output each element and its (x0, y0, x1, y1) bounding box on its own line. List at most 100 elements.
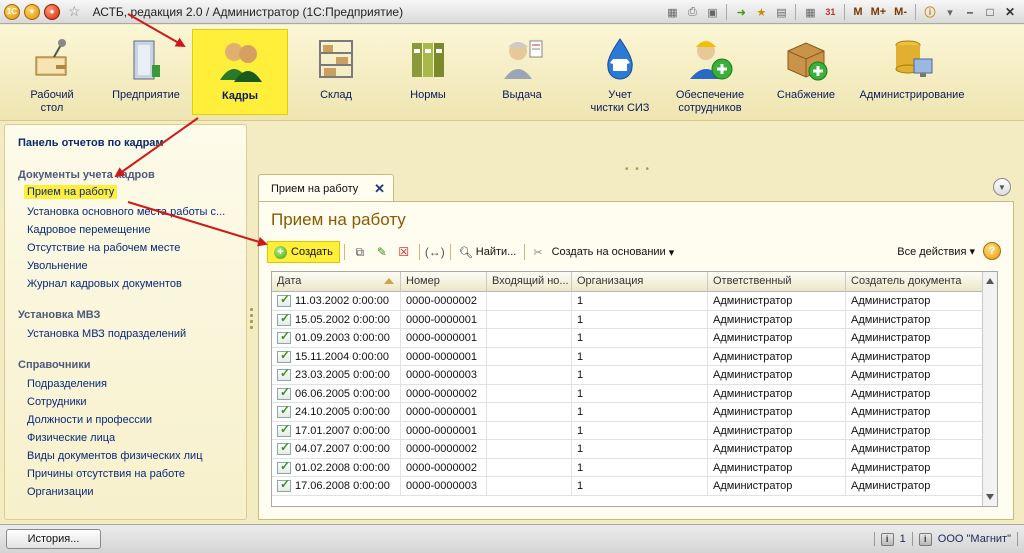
section-staff[interactable]: Кадры (192, 29, 288, 115)
favorites-star-icon[interactable]: ☆ (68, 3, 81, 20)
table-row[interactable]: 17.01.2007 0:00:00 0000-0000001 1 Администр… (272, 421, 997, 440)
title-bar: 1С ▾ ● ☆ АСТБ, редакция 2.0 / Администра… (0, 0, 1024, 24)
nav-item-dismissal[interactable]: Увольнение (27, 260, 88, 272)
vertical-scrollbar[interactable] (982, 272, 997, 506)
column-header-author[interactable]: Создатель документа (846, 272, 983, 292)
cell-text: 04.07.2007 0:00:00 (295, 443, 390, 455)
cell-text: 1 (577, 295, 584, 307)
nav-item-id-document-types[interactable]: Виды документов физических лиц (27, 450, 203, 462)
nav-item-employees[interactable]: Сотрудники (27, 396, 87, 408)
table-row[interactable]: 01.09.2003 0:00:00 0000-0000001 1 Администр… (272, 329, 997, 348)
calculator-icon[interactable]: ▦ (802, 4, 818, 20)
cell-text: 1 (577, 387, 584, 400)
table-row[interactable]: 01.02.2008 0:00:00 0000-0000002 1 Администр… (272, 458, 997, 477)
collapse-icon[interactable]: ▼ (993, 178, 1011, 196)
table-cell: 0000-0000001 (401, 403, 487, 421)
section-warehouse[interactable]: Склад (296, 29, 376, 113)
table-row[interactable]: 15.11.2004 0:00:00 0000-0000001 1 Администр… (272, 347, 997, 366)
nav-item-journal[interactable]: Журнал кадровых документов (27, 278, 182, 290)
app-menu-icon[interactable]: 1С (4, 3, 20, 20)
cell-text: 0000-0000001 (406, 350, 477, 363)
cell-text: 15.11.2004 0:00:00 (295, 350, 389, 363)
nav-item-mvz-departments[interactable]: Установка МВЗ подразделений (27, 328, 186, 340)
document-icon[interactable]: ▤ (773, 4, 789, 20)
nav-group-title: Справочники (18, 359, 91, 371)
history-button[interactable]: История... (6, 529, 101, 549)
help-icon[interactable]: ? (983, 242, 1001, 260)
find-button[interactable]: 🔍︎ Найти... (455, 246, 521, 259)
nav-item-organizations[interactable]: Организации (27, 486, 94, 498)
nav-item-individuals[interactable]: Физические лица (27, 432, 115, 444)
stop-icon[interactable]: ● (44, 3, 60, 20)
table-row[interactable]: 15.05.2002 0:00:00 0000-0000001 1 Администр… (272, 310, 997, 329)
calendar-icon[interactable]: 31 (822, 4, 838, 20)
section-issue[interactable]: Выдача (482, 29, 562, 113)
all-actions-menu[interactable]: Все действия ▾ (897, 245, 975, 258)
nav-item-hiring[interactable]: Прием на работу (24, 185, 118, 199)
column-header-number[interactable]: Номер (401, 272, 487, 292)
info-messages-icon[interactable]: i (880, 532, 894, 546)
column-header-date[interactable]: Дата (272, 272, 401, 292)
cleaning-icon (596, 35, 644, 83)
posted-document-icon (277, 477, 291, 492)
refresh-icon[interactable]: (↔) (424, 241, 446, 263)
memory-m-plus-button[interactable]: M+ (869, 6, 889, 18)
nav-item-absence[interactable]: Отсутствие на рабочем месте (27, 242, 180, 254)
panel-splitter[interactable] (250, 308, 254, 332)
column-header-organization[interactable]: Организация (572, 272, 708, 292)
organization-info-icon[interactable]: i (918, 532, 932, 546)
panel-title[interactable]: Панель отчетов по кадрам (18, 137, 164, 149)
cell-text: Администратор (851, 387, 931, 400)
admin-icon (888, 35, 936, 83)
memory-m-minus-button[interactable]: M- (892, 6, 909, 18)
cell-text: Администратор (713, 313, 793, 326)
column-header-responsible[interactable]: Ответственный (708, 272, 846, 292)
copy-icon[interactable]: ⧉ (349, 241, 371, 263)
print-icon[interactable]: ⎙ (684, 4, 700, 20)
create-based-on-button[interactable]: ✂ Создать на основании ▾ (529, 246, 678, 259)
posted-document-icon (277, 459, 291, 474)
minimize-icon[interactable]: – (962, 4, 978, 20)
preview-icon[interactable]: ▣ (704, 4, 720, 20)
memory-m-button[interactable]: M (851, 6, 864, 18)
section-norms[interactable]: Нормы (388, 29, 468, 113)
nav-item-transfer[interactable]: Кадровое перемещение (27, 224, 151, 236)
cell-text: Администратор (851, 480, 931, 492)
column-header-incoming[interactable]: Входящий но... (487, 272, 572, 292)
dropdown-icon[interactable]: ▾ (24, 3, 40, 20)
table-row[interactable]: 17.06.2008 0:00:00 0000-0000003 1 Администр… (272, 477, 997, 496)
table-row[interactable]: 11.03.2002 0:00:00 0000-0000002 1 Администр… (272, 292, 997, 311)
favorite-add-icon[interactable]: ★ (753, 4, 769, 20)
nav-item-absence-reasons[interactable]: Причины отсутствия на работе (27, 468, 185, 480)
table-row[interactable]: 23.03.2005 0:00:00 0000-0000003 1 Администр… (272, 366, 997, 385)
section-desktop[interactable]: Рабочий стол (12, 29, 92, 114)
save-icon[interactable]: ▦ (664, 4, 680, 20)
section-supply[interactable]: Снабжение (766, 29, 846, 113)
nav-item-main-workplace[interactable]: Установка основного места работы с... (27, 206, 225, 218)
edit-icon[interactable]: ✎ (371, 241, 393, 263)
info-dropdown-icon[interactable]: ▾ (942, 4, 958, 20)
close-tab-icon[interactable]: ✕ (374, 181, 385, 197)
create-label: Создать (291, 246, 333, 258)
table-row[interactable]: 24.10.2005 0:00:00 0000-0000001 1 Администр… (272, 403, 997, 422)
section-cleaning[interactable]: Учет чистки СИЗ (572, 29, 668, 114)
section-provision[interactable]: Обеспечение сотрудников (666, 29, 754, 114)
table-row[interactable]: 04.07.2007 0:00:00 0000-0000002 1 Администр… (272, 440, 997, 459)
panel-resize-handle[interactable]: • • • (625, 164, 651, 175)
info-icon[interactable]: ⓘ (922, 4, 938, 20)
nav-item-departments[interactable]: Подразделения (27, 378, 107, 390)
table-header: Дата Номер Входящий но... Организация От… (272, 272, 997, 292)
close-icon[interactable]: ✕ (1002, 4, 1018, 20)
nav-item-positions[interactable]: Должности и профессии (27, 414, 152, 426)
create-button[interactable]: + Создать (267, 241, 340, 263)
tab-hiring[interactable]: Прием на работу ✕ (258, 174, 394, 202)
forward-arrow-icon[interactable]: ➜ (733, 4, 749, 20)
delete-icon[interactable]: ☒ (393, 241, 415, 263)
organization-name[interactable]: ООО "Магнит" (938, 533, 1011, 545)
table-row[interactable]: 06.06.2005 0:00:00 0000-0000002 1 Администр… (272, 384, 997, 403)
maximize-icon[interactable]: □ (982, 4, 998, 20)
scroll-up-icon[interactable] (986, 278, 994, 284)
section-enterprise[interactable]: Предприятие (106, 29, 186, 113)
section-admin[interactable]: Администрирование (852, 29, 972, 113)
scroll-down-icon[interactable] (986, 494, 994, 500)
